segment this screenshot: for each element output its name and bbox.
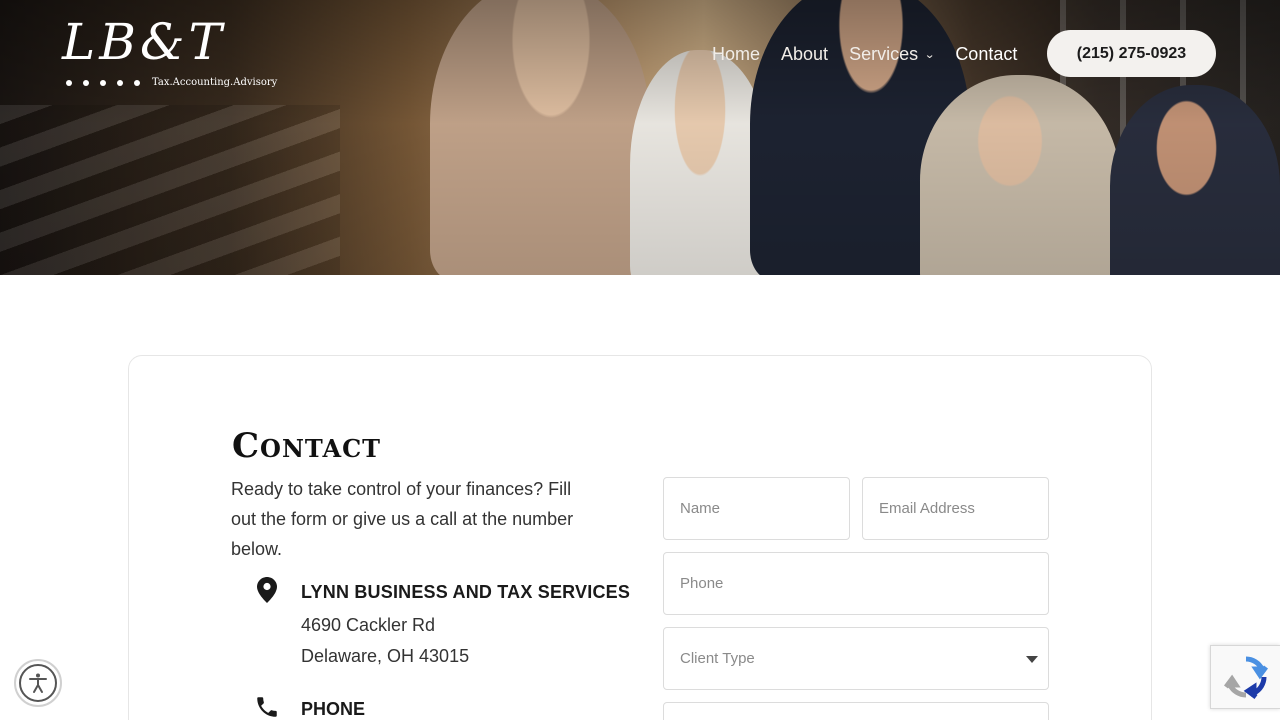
phone-input[interactable] [663,552,1049,615]
client-type-select[interactable]: Client Type [663,627,1049,690]
chevron-down-icon: ⌄ [924,48,936,61]
contact-intro: Ready to take control of your finances? … [231,479,574,559]
accessibility-button[interactable] [14,659,62,707]
logo-tagline: Tax.Accounting.Advisory [152,77,278,88]
address-line-2: Delaware, OH 43015 [301,646,470,666]
nav-item-contact[interactable]: Contact [955,44,1017,65]
recaptcha-badge[interactable] [1210,645,1280,709]
nav-item-services[interactable]: Services ⌄ [849,43,936,65]
phone-heading: PHONE [301,699,366,719]
recaptcha-icon [1223,656,1268,699]
main-nav: Home About Services ⌄ Contact [712,42,1038,66]
nav-item-home[interactable]: Home [712,44,760,65]
page-title: Contact [232,426,382,466]
dropdown-caret-icon [1026,656,1038,663]
logo-dots [66,80,140,86]
phone-icon [257,697,277,717]
nav-item-services-label: Services [849,43,919,64]
next-form-field[interactable] [663,702,1049,720]
phone-call-button[interactable]: (215) 275-0923 [1047,30,1216,77]
accessibility-icon [19,664,57,702]
address-line-1: 4690 Cackler Rd [301,615,436,635]
logo-script: LB&T [62,13,226,71]
client-type-value: Client Type [680,650,755,667]
map-pin-icon [257,577,277,603]
nav-item-about[interactable]: About [781,44,828,65]
name-input[interactable] [663,477,850,540]
email-input[interactable] [862,477,1049,540]
business-name: LYNN BUSINESS AND TAX SERVICES [301,582,631,602]
site-logo[interactable]: LB&T Tax.Accounting.Advisory [62,14,282,94]
